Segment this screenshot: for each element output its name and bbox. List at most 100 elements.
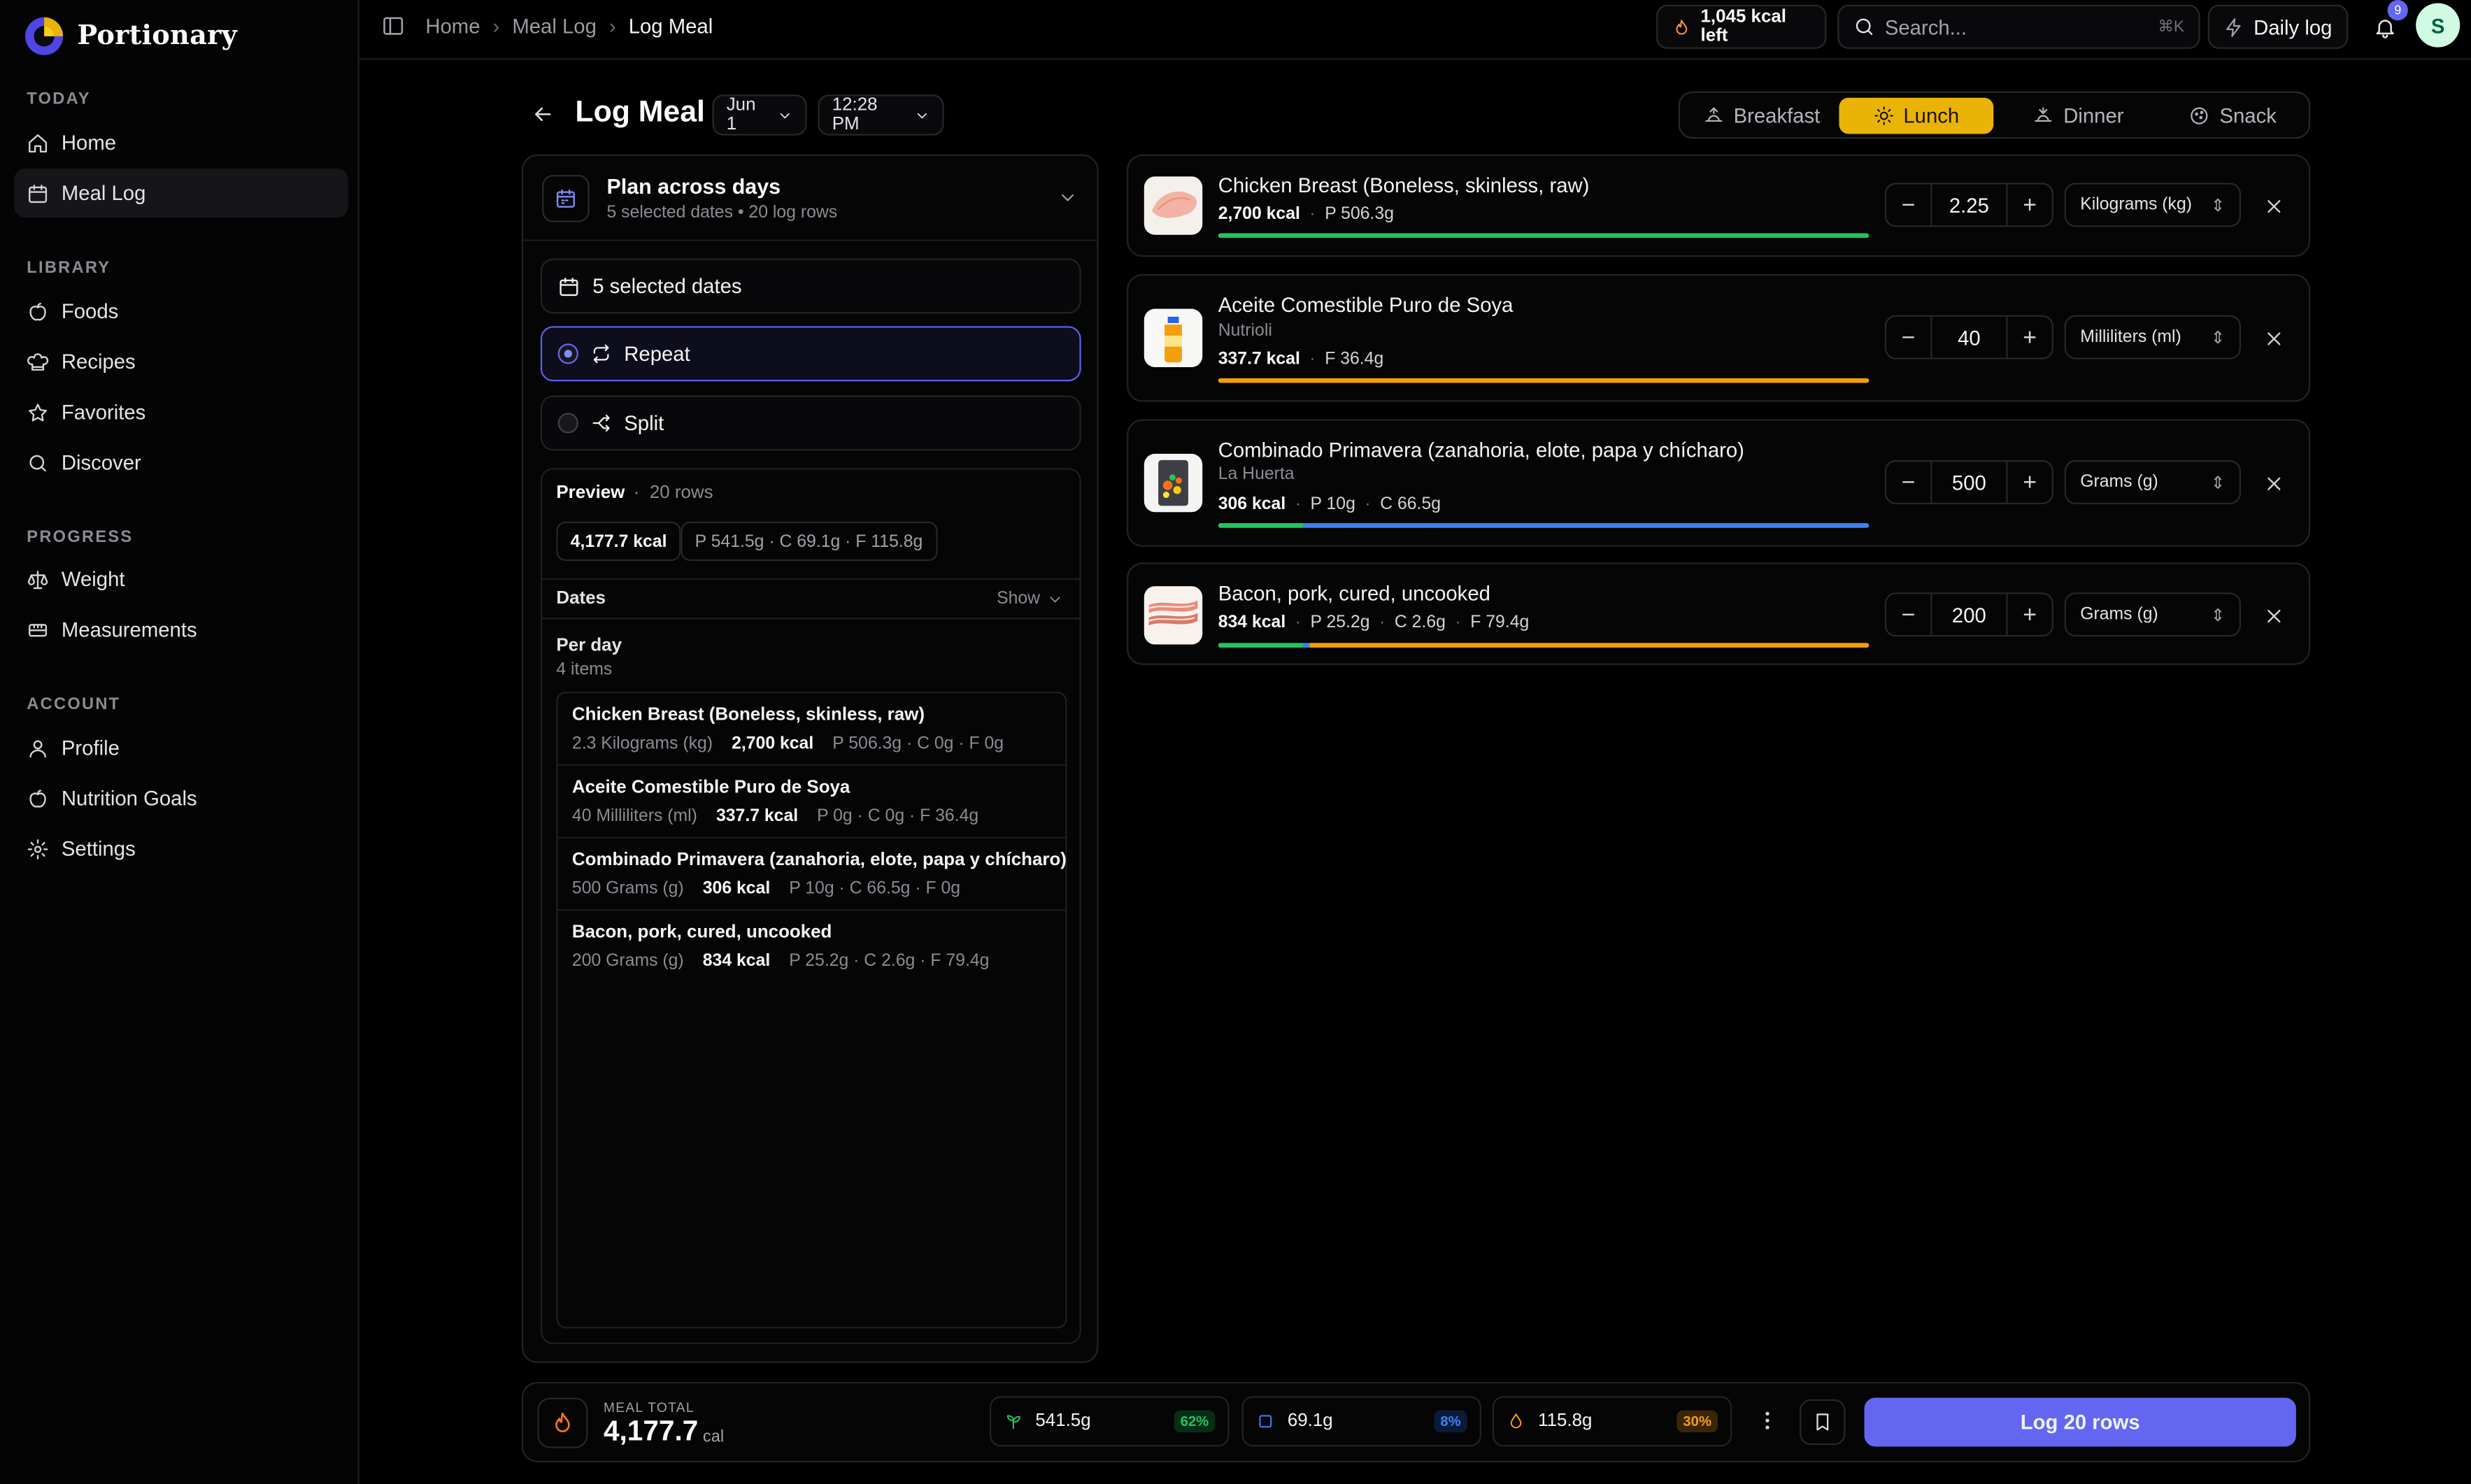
brand[interactable]: Portionary <box>24 16 237 57</box>
sidebar-item-profile[interactable]: Profile <box>14 723 348 772</box>
tab-lunch[interactable]: Lunch <box>1839 97 1994 134</box>
tab-dinner[interactable]: Dinner <box>2011 98 2146 134</box>
food-name: Bacon, pork, cured, uncooked <box>1218 581 1490 606</box>
quantity-stepper[interactable]: − 2.25 + <box>1884 183 2053 227</box>
decrement-button[interactable]: − <box>1886 462 1930 503</box>
close-icon[interactable] <box>2263 473 2286 495</box>
quantity-value[interactable]: 200 <box>1930 594 2008 636</box>
tab-breakfast[interactable]: Breakfast <box>1693 98 1831 134</box>
unit-select[interactable]: Grams (g) ⇕ <box>2064 592 2242 637</box>
close-icon[interactable] <box>2263 195 2286 217</box>
food-macros: 337.7 kcal · F 36.4g <box>1218 350 1384 369</box>
increment-button[interactable]: + <box>2008 594 2052 635</box>
sidebar-item-label: Settings <box>61 836 136 861</box>
sidebar-item-recipes[interactable]: Recipes <box>14 337 348 386</box>
plan-across-days-panel: Plan across days 5 selected dates • 20 l… <box>521 154 1099 1364</box>
item-kcal: 834 kcal <box>702 951 771 971</box>
item-macros: P 506.3g · C 0g · F 0g <box>832 734 1004 754</box>
plan-header[interactable]: Plan across days 5 selected dates • 20 l… <box>523 156 1097 241</box>
close-icon[interactable] <box>2263 605 2286 627</box>
repeat-radio[interactable] <box>557 343 578 364</box>
sidebar-item-weight[interactable]: Weight <box>14 555 348 604</box>
increment-button[interactable]: + <box>2008 317 2052 358</box>
food-fat: F 79.4g <box>1470 613 1530 632</box>
search-input[interactable]: Search... ⌘K <box>1837 4 2200 49</box>
carbs-value: 69.1g <box>1287 1411 1333 1431</box>
avatar[interactable]: S <box>2416 3 2461 48</box>
close-icon[interactable] <box>2263 328 2286 350</box>
protein-value: 541.5g <box>1035 1411 1091 1431</box>
sidebar-item-label: Measurements <box>61 618 197 642</box>
unit-select[interactable]: Kilograms (kg) ⇕ <box>2064 183 2242 227</box>
split-radio[interactable] <box>557 413 578 434</box>
sidebar-item-discover[interactable]: Discover <box>14 438 348 487</box>
sidebar-item-label: Meal Log <box>61 181 146 205</box>
mode-repeat-option[interactable]: Repeat <box>540 326 1081 382</box>
back-button[interactable] <box>531 102 555 126</box>
arrow-left-icon <box>535 107 551 122</box>
repeat-icon <box>593 344 609 364</box>
tab-label: Snack <box>2219 104 2277 128</box>
dates-show-toggle[interactable]: Show <box>997 590 1064 608</box>
date-select[interactable]: Jun 1 <box>712 94 807 136</box>
decrement-button[interactable]: − <box>1886 185 1930 226</box>
app-name: Portionary <box>77 20 238 52</box>
fat-segment <box>1218 378 1870 383</box>
unit-select[interactable]: Milliliters (ml) ⇕ <box>2064 315 2242 359</box>
sidebar-item-meal-log[interactable]: Meal Log <box>14 169 348 217</box>
breadcrumb-meal-log[interactable]: Meal Log <box>512 14 597 38</box>
list-item: Chicken Breast (Boneless, skinless, raw)… <box>557 693 1066 766</box>
chevron-down-icon[interactable] <box>1058 187 1078 208</box>
sidebar-item-measurements[interactable]: Measurements <box>14 605 348 654</box>
sidebar-item-nutrition-goals[interactable]: Nutrition Goals <box>14 773 348 822</box>
fat-summary: 115.8g 30% <box>1492 1396 1732 1447</box>
cookie-icon <box>2191 107 2209 124</box>
macro-bar <box>1218 523 1870 528</box>
meal-total-label: MEAL TOTAL <box>603 1399 695 1415</box>
breadcrumb-home[interactable]: Home <box>425 14 480 38</box>
decrement-button[interactable]: − <box>1886 317 1930 358</box>
plan-title: Plan across days <box>606 175 781 199</box>
quantity-value[interactable]: 40 <box>1930 316 2008 358</box>
food-macros: 834 kcal · P 25.2g · C 2.6g · F 79.4g <box>1218 613 1530 632</box>
unit-select[interactable]: Grams (g) ⇕ <box>2064 459 2242 505</box>
repeat-label: Repeat <box>624 341 690 366</box>
meal-total-unit: cal <box>702 1427 725 1447</box>
sidebar-item-label: Weight <box>61 567 125 591</box>
decrement-button[interactable]: − <box>1886 594 1930 635</box>
selected-dates-button[interactable]: 5 selected dates <box>540 258 1081 314</box>
quantity-value[interactable]: 500 <box>1930 462 2008 503</box>
log-rows-button[interactable]: Log 20 rows <box>1864 1397 2296 1447</box>
food-protein: P 10g <box>1310 494 1355 514</box>
quantity-value[interactable]: 2.25 <box>1930 184 2008 226</box>
increment-button[interactable]: + <box>2008 462 2052 503</box>
daily-log-button[interactable]: Daily log <box>2207 4 2349 49</box>
sidebar-item-settings[interactable]: Settings <box>14 824 348 873</box>
scale-icon <box>27 570 48 589</box>
save-template-button[interactable] <box>1800 1399 1846 1446</box>
sidebar-toggle-button[interactable] <box>381 14 405 38</box>
quantity-stepper[interactable]: − 500 + <box>1884 459 2053 505</box>
nav-section-today: TODAY <box>27 90 91 109</box>
chevron-right-icon: › <box>608 14 616 38</box>
chevron-right-icon: › <box>492 14 500 38</box>
tab-snack[interactable]: Snack <box>2167 98 2299 134</box>
increment-button[interactable]: + <box>2008 185 2052 226</box>
preview-section: Preview · 20 rows 4,177.7 kcal P 541.5g … <box>540 468 1081 1344</box>
square-icon <box>1259 1415 1272 1428</box>
quantity-stepper[interactable]: − 40 + <box>1884 315 2053 359</box>
mode-split-option[interactable]: Split <box>540 395 1081 451</box>
topbar: Home › Meal Log › Log Meal 1,045 kcal le… <box>359 0 2471 60</box>
plan-subtitle: 5 selected dates • 20 log rows <box>606 203 838 222</box>
sidebar-item-foods[interactable]: Foods <box>14 287 348 336</box>
sidebar-item-favorites[interactable]: Favorites <box>14 387 348 436</box>
chevron-down-icon <box>917 112 927 118</box>
quantity-stepper[interactable]: − 200 + <box>1884 592 2053 637</box>
kcal-left-badge[interactable]: 1,045 kcal left <box>1656 4 1827 49</box>
sidebar-item-home[interactable]: Home <box>14 118 348 167</box>
more-options-button[interactable] <box>1756 1408 1779 1432</box>
ruler-icon <box>29 623 48 636</box>
sidebar-item-label: Favorites <box>61 400 146 424</box>
meal-total-value: 4,177.7 <box>603 1415 699 1447</box>
time-select[interactable]: 12:28 PM <box>818 94 944 136</box>
